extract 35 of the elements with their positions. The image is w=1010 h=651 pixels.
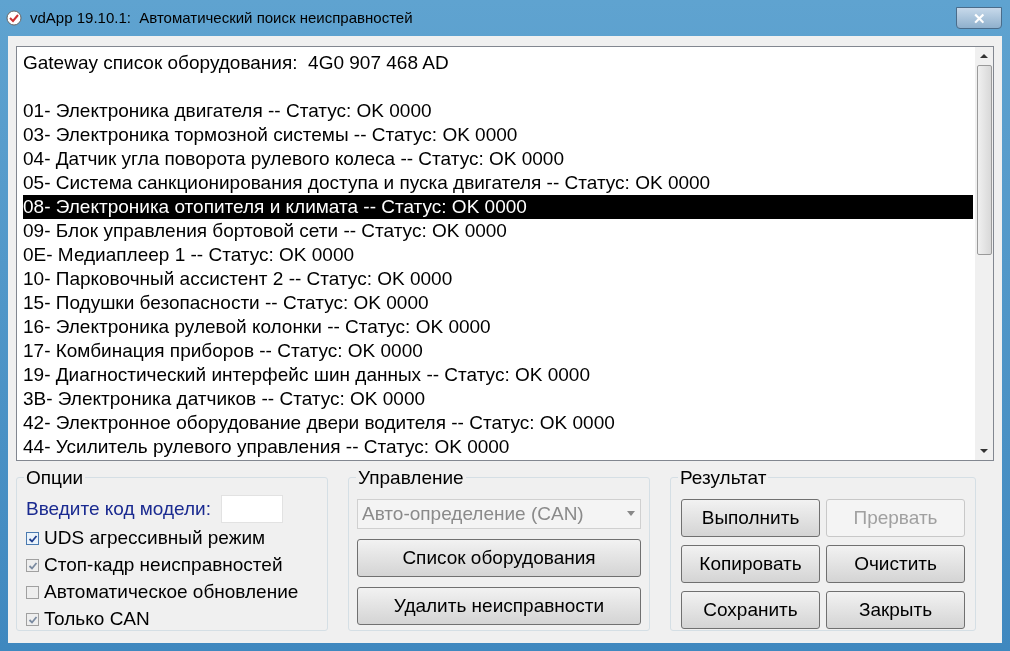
action-button[interactable]: Выполнить xyxy=(681,499,820,537)
list-row[interactable]: 3B- Электроника датчиков -- Статус: OK 0000 xyxy=(23,387,973,411)
list-row[interactable]: 10- Парковочный ассистент 2 -- Статус: OK 0000 xyxy=(23,267,973,291)
action-button[interactable]: Очистить xyxy=(826,545,965,583)
dropdown-caret-icon xyxy=(626,511,636,517)
action-button[interactable]: Копировать xyxy=(681,545,820,583)
list-row[interactable]: 05- Система санкционирования доступа и пуска двигателя -- Статус: OK 0000 xyxy=(23,171,973,195)
app-icon xyxy=(6,10,22,26)
action-button[interactable]: Закрыть xyxy=(826,591,965,629)
list-row[interactable]: 42- Электронное оборудование двери водителя -- Статус: OK 0000 xyxy=(23,411,973,435)
checkbox-label: Автоматическое обновление xyxy=(44,580,299,605)
list-row[interactable]: 17- Комбинация приборов -- Статус: OK 0000 xyxy=(23,339,973,363)
list-row[interactable]: 08- Электроника отопителя и климата -- Статус: OK 0000 xyxy=(23,195,973,219)
checkbox-label: Стоп-кадр неисправностей xyxy=(44,553,283,578)
action-button[interactable]: Список оборудования xyxy=(357,539,641,577)
checkbox[interactable] xyxy=(26,532,39,545)
list-row[interactable]: 16- Электроника рулевой колонки -- Статус: OK 0000 xyxy=(23,315,973,339)
list-row[interactable]: 04- Датчик угла поворота рулевого колеса -- Статус: OK 0000 xyxy=(23,147,973,171)
checkbox-label: Только CAN xyxy=(44,607,150,632)
model-code-field[interactable] xyxy=(221,495,283,523)
checkbox-label: UDS агрессивный режим xyxy=(44,526,266,551)
model-code-label: Введите код модели: xyxy=(26,496,211,521)
list-row[interactable]: 19- Диагностический интерфейс шин данных -- Статус: OK 0000 xyxy=(23,363,973,387)
action-button[interactable]: Удалить неисправности xyxy=(357,587,641,625)
list-row[interactable]: 0E- Медиаплеер 1 -- Статус: OK 0000 xyxy=(23,243,973,267)
list-row[interactable]: 01- Электроника двигателя -- Статус: OK 0000 xyxy=(23,99,973,123)
list-row[interactable]: 44- Усилитель рулевого управления -- Статус: OK 0000 xyxy=(23,435,973,459)
scrollbar[interactable] xyxy=(975,47,993,460)
action-button[interactable]: Сохранить xyxy=(681,591,820,629)
list-row[interactable]: 15- Подушки безопасности -- Статус: OK 0000 xyxy=(23,291,973,315)
list-row[interactable]: 03- Электроника тормозной системы -- Статус: OK 0000 xyxy=(23,123,973,147)
window-title: vdApp 19.10.1: Автоматический поиск неисправностей xyxy=(30,7,413,28)
list-row[interactable]: 09- Блок управления бортовой сети -- Статус: OK 0000 xyxy=(23,219,973,243)
scroll-thumb[interactable] xyxy=(976,65,992,255)
list-header: Gateway список оборудования: 4G0 907 468 AD xyxy=(23,51,450,75)
